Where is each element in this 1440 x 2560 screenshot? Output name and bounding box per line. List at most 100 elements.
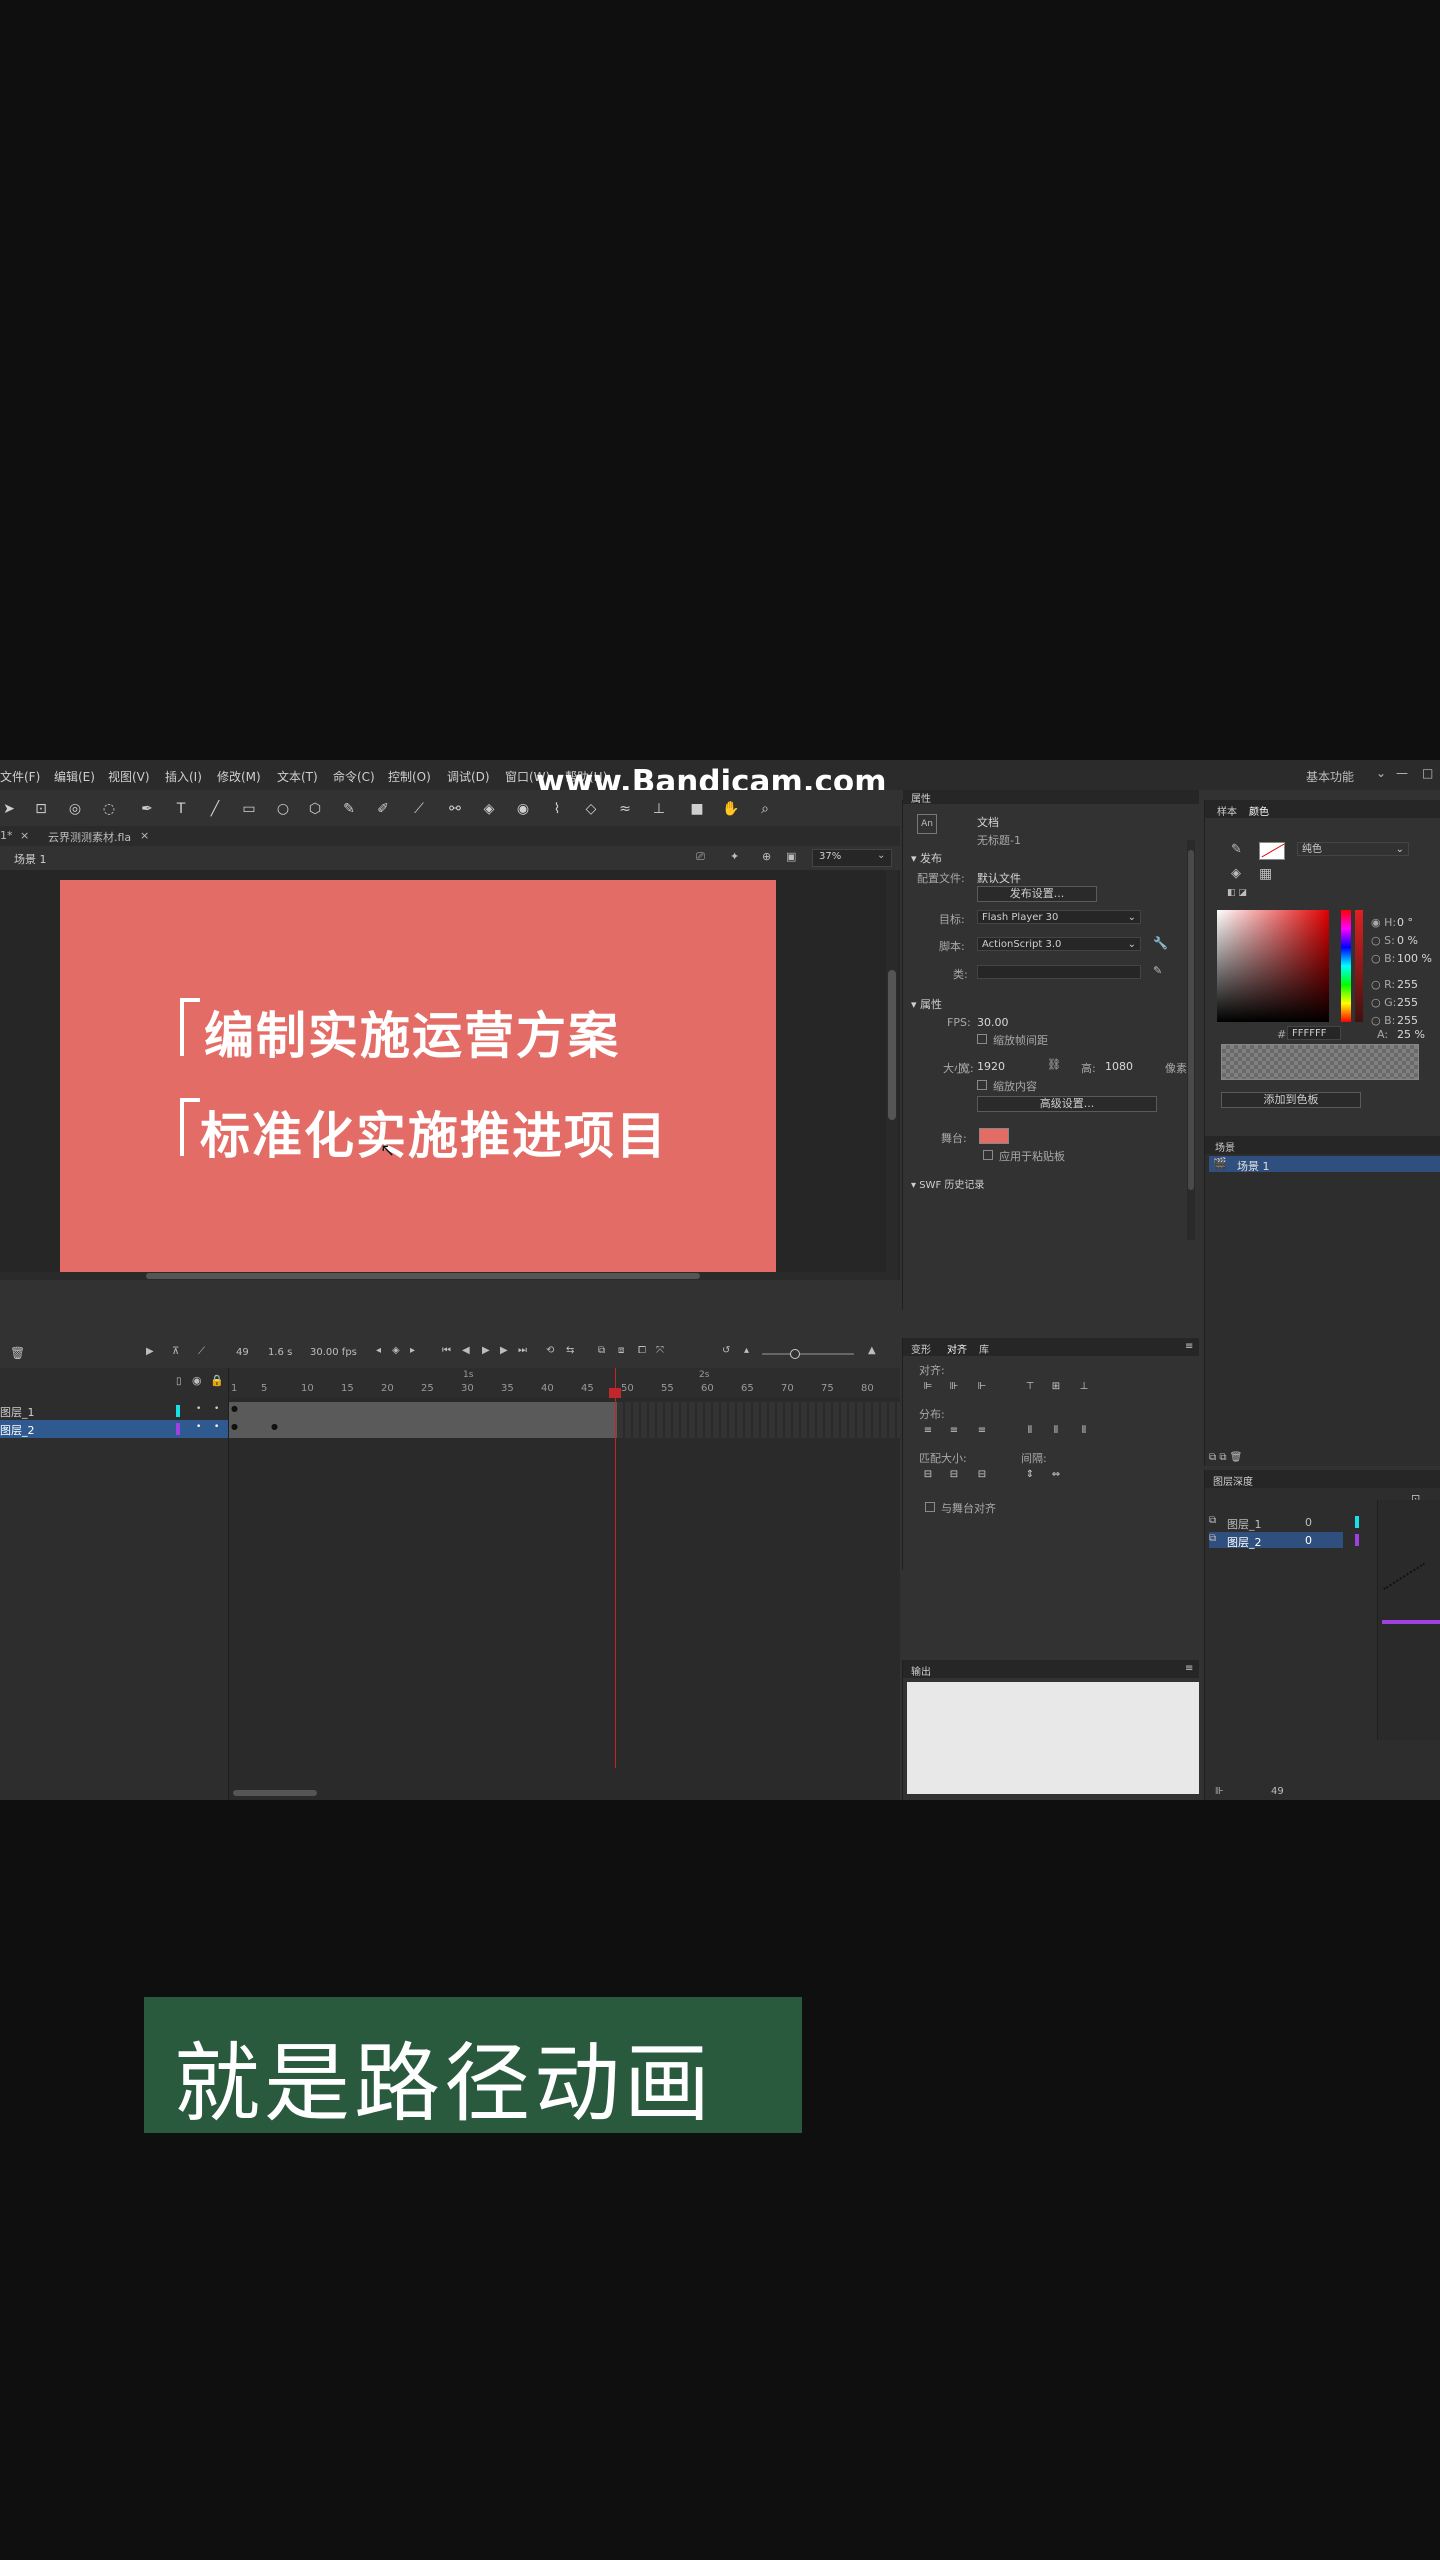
trash-icon[interactable]: 🗑	[10, 1346, 25, 1360]
lasso-tool-icon[interactable]: ◌	[100, 800, 118, 818]
layer-depth-title[interactable]: 图层深度	[1213, 1473, 1253, 1488]
space-horizontal-icon[interactable]: ⇔	[1047, 1468, 1065, 1482]
free-transform-tool-icon[interactable]: ⊡	[32, 800, 50, 818]
stage-text-line1[interactable]: 编制实施运营方案	[204, 996, 620, 1068]
b-value[interactable]: 100 %	[1397, 952, 1432, 965]
frame-span[interactable]	[229, 1402, 617, 1420]
lock-dot[interactable]: •	[214, 1422, 219, 1432]
match-both-icon[interactable]: ⊟	[973, 1468, 991, 1482]
brush-tool-icon[interactable]: ✐	[374, 800, 392, 818]
layer-name[interactable]: 图层_2	[0, 1422, 35, 1438]
insert-key-icon[interactable]: ◈	[392, 1345, 400, 1356]
distribute-bottom-icon[interactable]: ≡	[973, 1424, 991, 1438]
onion-outline-icon[interactable]: ⧈	[618, 1345, 624, 1356]
hand-tool-icon[interactable]: ✋	[722, 800, 740, 818]
empty-frames[interactable]	[617, 1402, 900, 1420]
swf-history-section[interactable]: ▾ SWF 历史记录	[911, 1176, 984, 1191]
alpha-value[interactable]: 25 %	[1397, 1028, 1425, 1041]
width-value[interactable]: 1920	[977, 1060, 1005, 1073]
menu-text[interactable]: 文本(T)	[277, 768, 318, 785]
visibility-dot[interactable]: •	[196, 1422, 201, 1432]
s-value[interactable]: 0 %	[1397, 934, 1418, 947]
timeline-scrollbar[interactable]	[229, 1788, 900, 1798]
pasteboard-checkbox[interactable]	[983, 1150, 993, 1160]
graph-icon[interactable]: ⟋	[198, 1346, 205, 1357]
visibility-dot[interactable]: •	[196, 1404, 201, 1414]
properties-scrollbar[interactable]	[1187, 840, 1195, 1240]
publish-settings-button[interactable]: 发布设置...	[977, 886, 1097, 902]
onion-skin-icon[interactable]: ⧉	[598, 1345, 605, 1356]
frame-span[interactable]	[229, 1420, 617, 1438]
undo-icon[interactable]: ↺	[722, 1345, 730, 1356]
pin-tool-icon[interactable]: ⊥	[650, 800, 668, 818]
depth-value[interactable]: 0	[1305, 1534, 1312, 1547]
stage-h-scrollbar[interactable]	[0, 1272, 886, 1280]
workspace-switcher[interactable]: 基本功能	[1306, 768, 1354, 785]
keyframe-dot[interactable]: ●	[271, 1422, 278, 1431]
publish-section[interactable]: ▾ 发布	[911, 850, 942, 866]
paint-bucket-tool-icon[interactable]: ◈	[480, 800, 498, 818]
add-to-swatches-button[interactable]: 添加到色板	[1221, 1092, 1361, 1108]
frame-ruler[interactable]	[229, 1368, 900, 1398]
zoom-select[interactable]: 37% ⌄	[812, 849, 892, 867]
g-value[interactable]: 255	[1397, 996, 1418, 1009]
camera-tool-icon[interactable]: ■	[688, 800, 706, 818]
scene-panel-actions[interactable]: ⧉ ⧉ 🗑	[1209, 1452, 1242, 1463]
script-select[interactable]: ActionScript 3.0 ⌄	[977, 937, 1141, 951]
eye-icon[interactable]: ◉	[192, 1374, 202, 1387]
zoom-tool-icon[interactable]: ⌕	[756, 800, 774, 818]
layer-row[interactable]: 图层_1 • •	[0, 1402, 228, 1420]
highlight-icon[interactable]: ▯	[176, 1376, 182, 1387]
match-width-icon[interactable]: ⊟	[919, 1468, 937, 1482]
playhead-handle[interactable]	[609, 1388, 621, 1398]
height-value[interactable]: 1080	[1105, 1060, 1133, 1073]
scale-content-checkbox[interactable]	[977, 1080, 987, 1090]
radio-hue[interactable]: ◉ H:	[1371, 916, 1396, 929]
3d-rotation-tool-icon[interactable]: ◎	[66, 800, 84, 818]
parent-view-icon[interactable]: ⊼	[172, 1346, 179, 1357]
distribute-vcenter-icon[interactable]: ≡	[945, 1424, 963, 1438]
camera-icon[interactable]: ▶	[146, 1346, 154, 1357]
stage-color-swatch[interactable]	[979, 1128, 1009, 1144]
loop-icon[interactable]: ⟲	[546, 1345, 554, 1356]
menu-debug[interactable]: 调试(D)	[447, 768, 490, 785]
tab-properties[interactable]: 属性	[911, 790, 931, 805]
selection-tool-icon[interactable]: ➤	[0, 800, 18, 818]
timeline-zoom-slider[interactable]	[762, 1349, 854, 1359]
fit-icon[interactable]: ▣	[786, 850, 796, 863]
symbol-icon[interactable]: ✦	[730, 850, 739, 863]
tab-align[interactable]: 对齐	[947, 1341, 967, 1356]
fill-bucket-icon[interactable]: ◈	[1231, 866, 1241, 881]
depth-value[interactable]: 0	[1305, 1516, 1312, 1529]
radio-brightness[interactable]: ○ B:	[1371, 952, 1395, 965]
zoom-in-icon[interactable]: ▲	[868, 1345, 876, 1356]
depth-row-selected[interactable]: ⧉ 图层_2 0	[1209, 1532, 1359, 1549]
current-frame[interactable]: 49	[236, 1347, 249, 1358]
playhead[interactable]	[615, 1368, 616, 1768]
frame-row[interactable]: ● ●	[229, 1420, 900, 1438]
center-stage-icon[interactable]: ⊕	[762, 850, 771, 863]
current-time[interactable]: 1.6 s	[268, 1347, 292, 1358]
scale-spans-checkbox[interactable]	[977, 1034, 987, 1044]
radio-blue[interactable]: ○ B:	[1371, 1014, 1395, 1027]
distribute-left-icon[interactable]: ⦀	[1021, 1424, 1039, 1438]
hue-slider[interactable]	[1341, 910, 1351, 1022]
hex-input[interactable]: FFFFFF	[1287, 1026, 1341, 1040]
frame-grid[interactable]: 1 5 10 15 20 25 30 35 40 45 50 55 60 65 …	[229, 1368, 900, 1800]
stage-canvas[interactable]: 编制实施运营方案 标准化实施推进项目 ↖	[60, 880, 776, 1272]
chevron-down-icon[interactable]: ⌄	[1376, 766, 1386, 780]
r-value[interactable]: 255	[1397, 978, 1418, 991]
frame-row[interactable]: ●	[229, 1402, 900, 1420]
menu-file[interactable]: 文件(F)	[0, 768, 40, 785]
clip-icon[interactable]: ⎚	[696, 850, 705, 864]
alpha-slider[interactable]	[1355, 910, 1363, 1022]
align-left-icon[interactable]: ⊫	[919, 1380, 937, 1394]
target-select[interactable]: Flash Player 30 ⌄	[977, 910, 1141, 924]
close-icon[interactable]: ×	[20, 829, 29, 842]
tab-library[interactable]: 库	[979, 1341, 989, 1356]
lock-icon[interactable]: 🔒	[210, 1374, 224, 1387]
next-key-icon[interactable]: ▸	[410, 1345, 415, 1356]
panel-menu-icon[interactable]: ≡	[1185, 1341, 1193, 1352]
layer-row-selected[interactable]: 图层_2 • •	[0, 1420, 228, 1438]
align-top-icon[interactable]: ⊤	[1021, 1380, 1039, 1394]
